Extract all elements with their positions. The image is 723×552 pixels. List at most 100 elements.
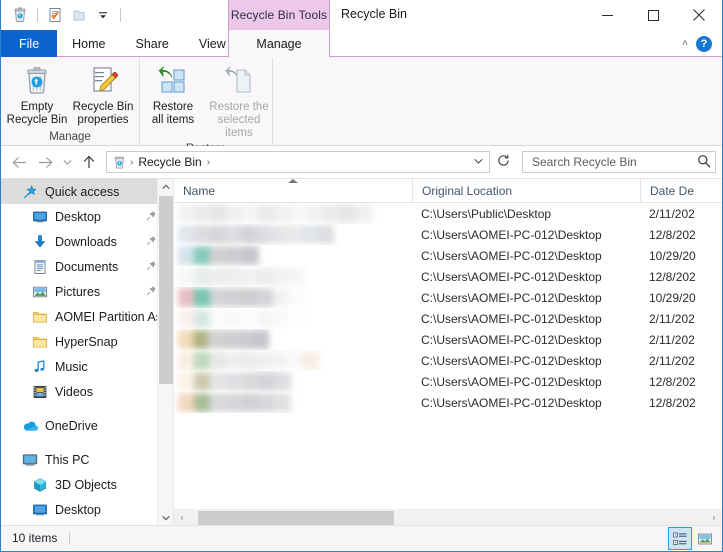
- maximize-button[interactable]: [630, 0, 676, 30]
- pin-icon[interactable]: [146, 260, 157, 274]
- table-row[interactable]: C:\Users\AOMEI-PC-012\Desktop 2/11/202: [174, 329, 722, 350]
- table-row[interactable]: C:\Users\AOMEI-PC-012\Desktop 2/11/202: [174, 308, 722, 329]
- pictures-icon: [29, 284, 51, 300]
- recent-locations-button[interactable]: [59, 150, 75, 174]
- help-icon[interactable]: ?: [696, 35, 712, 52]
- breadcrumb-recycle-bin[interactable]: Recycle Bin: [135, 155, 204, 169]
- column-header-name[interactable]: Name: [174, 179, 412, 203]
- redaction-block: [209, 225, 226, 244]
- table-row[interactable]: C:\Users\AOMEI-PC-012\Desktop 12/8/202: [174, 224, 722, 245]
- tab-file[interactable]: File: [1, 30, 58, 57]
- forward-button[interactable]: [33, 150, 57, 174]
- sidebar-item-aomei-partition-assista[interactable]: AOMEI Partition Assista: [1, 304, 173, 329]
- table-row[interactable]: C:\Users\AOMEI-PC-012\Desktop 12/8/202: [174, 266, 722, 287]
- restore-selected-items-button[interactable]: Restore the selected items: [206, 60, 272, 140]
- cell-name[interactable]: [174, 245, 412, 266]
- nav-scroll-up-arrow-icon[interactable]: [158, 179, 173, 195]
- redaction-block: [274, 372, 291, 391]
- redaction-block: [209, 351, 226, 370]
- refresh-button[interactable]: [492, 154, 514, 170]
- sidebar-item-desktop[interactable]: Desktop: [1, 497, 173, 522]
- redaction-block: [256, 288, 274, 307]
- cell-original-location: C:\Users\AOMEI-PC-012\Desktop: [421, 227, 602, 242]
- sidebar-item-desktop[interactable]: Desktop: [1, 204, 173, 229]
- sidebar-item-downloads[interactable]: Downloads: [1, 229, 173, 254]
- empty-recycle-bin-button[interactable]: Empty Recycle Bin: [4, 60, 70, 127]
- properties-icon[interactable]: [44, 4, 66, 26]
- breadcrumb-separator-0[interactable]: ›: [128, 157, 135, 168]
- sidebar-item-music[interactable]: Music: [1, 354, 173, 379]
- hscroll-track[interactable]: [190, 510, 706, 526]
- redaction-block: [224, 225, 241, 244]
- back-button[interactable]: [7, 150, 31, 174]
- file-list-horizontal-scrollbar[interactable]: ‹ ›: [174, 509, 722, 525]
- restore-all-items-button[interactable]: Restore all items: [140, 60, 206, 127]
- table-row[interactable]: C:\Users\AOMEI-PC-012\Desktop 12/8/202: [174, 392, 722, 413]
- sidebar-item-hypersnap[interactable]: HyperSnap: [1, 329, 173, 354]
- redaction-block: [210, 393, 227, 412]
- hscroll-left-arrow-icon[interactable]: ‹: [174, 510, 190, 526]
- main-content-area: Quick access Desktop Downloads Documents Pic…: [1, 178, 722, 525]
- large-icons-view-button[interactable]: [694, 528, 716, 549]
- nav-scroll-down-arrow-icon[interactable]: [158, 510, 173, 525]
- nav-scroll-thumb[interactable]: [159, 196, 173, 384]
- details-view-button[interactable]: [668, 527, 692, 550]
- table-row[interactable]: C:\Users\AOMEI-PC-012\Desktop 12/8/202: [174, 371, 722, 392]
- pin-icon[interactable]: [146, 235, 157, 249]
- address-bar[interactable]: › Recycle Bin ›: [106, 151, 490, 173]
- hscroll-right-arrow-icon[interactable]: ›: [706, 510, 722, 526]
- column-header-date-deleted[interactable]: Date De: [640, 179, 700, 203]
- collapse-ribbon-icon[interactable]: ˄: [682, 38, 688, 49]
- redaction-block: [272, 288, 290, 307]
- column-header-original-location[interactable]: Original Location: [412, 179, 640, 203]
- redaction-block: [194, 393, 211, 412]
- tab-home[interactable]: Home: [57, 30, 120, 57]
- sidebar-item-videos[interactable]: Videos: [1, 379, 173, 404]
- table-row[interactable]: C:\Users\AOMEI-PC-012\Desktop 10/29/20: [174, 287, 722, 308]
- sidebar-item-3d-objects[interactable]: 3D Objects: [1, 472, 173, 497]
- minimize-button[interactable]: [584, 0, 630, 30]
- pin-icon[interactable]: [146, 285, 157, 299]
- search-box[interactable]: [522, 151, 716, 173]
- redaction-block: [242, 204, 260, 223]
- table-row[interactable]: C:\Users\AOMEI-PC-012\Desktop 10/29/20: [174, 245, 722, 266]
- cell-name[interactable]: [174, 287, 412, 308]
- nav-group-gap: [1, 438, 173, 447]
- recycle-bin-properties-button[interactable]: Recycle Bin properties: [70, 60, 136, 127]
- redaction-block: [302, 225, 319, 244]
- sidebar-item-quick-access[interactable]: Quick access: [1, 179, 173, 204]
- pin-star-icon: [19, 184, 41, 200]
- cell-name[interactable]: [174, 224, 412, 245]
- new-folder-icon[interactable]: [68, 4, 90, 26]
- breadcrumb-separator-1[interactable]: ›: [205, 157, 212, 168]
- sidebar-item-documents[interactable]: Documents: [1, 254, 173, 279]
- tab-manage[interactable]: Manage: [228, 30, 330, 58]
- address-history-chevron-icon[interactable]: [469, 157, 487, 167]
- cell-name[interactable]: [174, 392, 412, 413]
- sidebar-item-this-pc[interactable]: This PC: [1, 447, 173, 472]
- cell-name[interactable]: [174, 371, 412, 392]
- close-button[interactable]: [676, 0, 722, 30]
- pin-icon[interactable]: [146, 210, 157, 224]
- table-row[interactable]: C:\Users\AOMEI-PC-012\Desktop 2/11/202: [174, 350, 722, 371]
- cell-date-deleted: 12/8/202: [649, 269, 696, 284]
- cell-name[interactable]: [174, 308, 412, 329]
- navigation-pane-scrollbar[interactable]: [157, 179, 173, 525]
- hscroll-thumb[interactable]: [198, 510, 394, 525]
- recycle-bin-icon[interactable]: [9, 4, 31, 26]
- sidebar-item-pictures[interactable]: Pictures: [1, 279, 173, 304]
- customize-chevron-icon[interactable]: [92, 4, 114, 26]
- sidebar-item-onedrive[interactable]: OneDrive: [1, 413, 173, 438]
- up-button[interactable]: [77, 150, 101, 174]
- redaction-block: [193, 351, 211, 370]
- cell-name[interactable]: [174, 203, 412, 224]
- tab-share[interactable]: Share: [121, 30, 184, 57]
- cell-name[interactable]: [174, 329, 412, 350]
- cell-name[interactable]: [174, 266, 412, 287]
- status-bar: 10 items: [1, 525, 722, 550]
- search-input[interactable]: [530, 154, 697, 170]
- ribbon-group-restore: Restore all items Restore the selected i…: [140, 57, 273, 155]
- table-row[interactable]: C:\Users\Public\Desktop 2/11/202: [174, 203, 722, 224]
- cell-name[interactable]: [174, 350, 412, 371]
- search-icon[interactable]: [697, 154, 711, 171]
